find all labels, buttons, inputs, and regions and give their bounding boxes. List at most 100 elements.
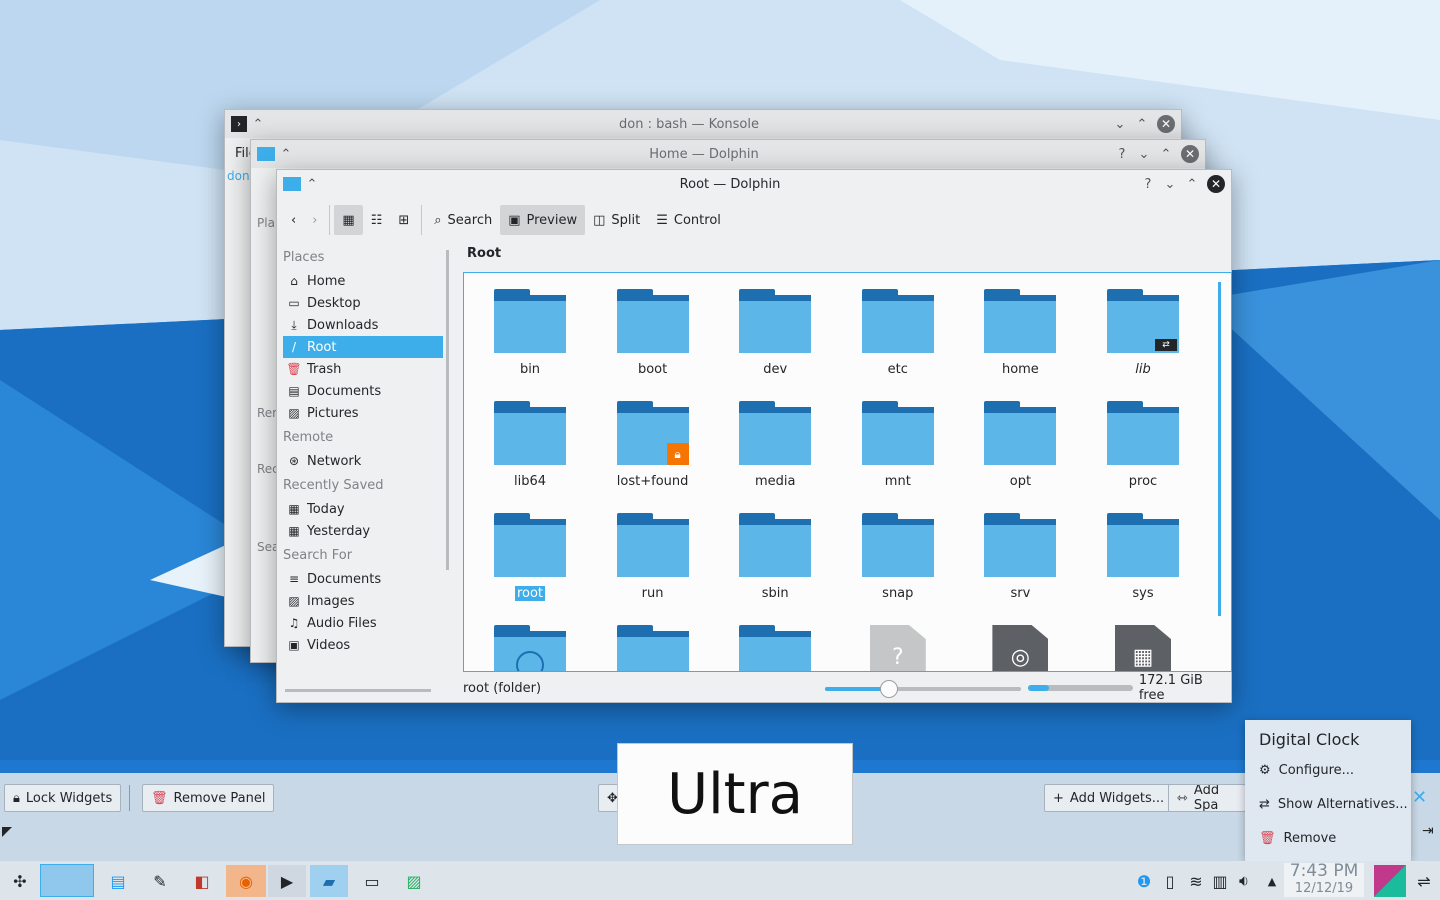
firefox-icon[interactable]: ◉ bbox=[226, 865, 266, 897]
close-panel-config-icon[interactable]: ✕ bbox=[1412, 787, 1427, 808]
free-space: 172.1 GiB free bbox=[1138, 673, 1203, 703]
notes-icon[interactable]: ✎ bbox=[144, 865, 176, 897]
file-item[interactable]: dev bbox=[715, 289, 835, 377]
keep-above-icon[interactable]: ⌃ bbox=[247, 113, 269, 135]
close-icon[interactable]: ✕ bbox=[1157, 115, 1175, 133]
place-item[interactable]: 🗑︎ Trash bbox=[283, 358, 443, 380]
file-item[interactable]: sbin bbox=[715, 513, 835, 601]
remove-panel-button[interactable]: 🗑︎ Remove Panel bbox=[142, 784, 275, 812]
image-viewer-icon[interactable]: ▨ bbox=[396, 865, 432, 897]
close-icon[interactable]: ✕ bbox=[1207, 175, 1225, 193]
file-item[interactable]: run bbox=[593, 513, 713, 601]
file-item[interactable] bbox=[593, 625, 713, 671]
lock-widgets-button[interactable]: 🔒︎ Lock Widgets bbox=[4, 784, 122, 812]
breadcrumb[interactable]: Root bbox=[467, 246, 501, 261]
view-scrollbar[interactable] bbox=[1218, 282, 1221, 616]
search-button[interactable]: ⌕ Search bbox=[426, 205, 500, 235]
split-button[interactable]: ◫ Split bbox=[585, 205, 648, 235]
file-item[interactable]: mnt bbox=[838, 401, 958, 489]
file-item[interactable]: 🔒︎ lost+found bbox=[593, 401, 713, 489]
file-item[interactable] bbox=[715, 625, 835, 671]
dolphin-root-window[interactable]: ⌃ Root — Dolphin ? ⌄ ⌃ ✕ ‹ › ▦ ☷ ⊞ ⌕ Sear… bbox=[276, 169, 1232, 703]
place-item[interactable]: ▨ Pictures bbox=[283, 402, 443, 424]
help-icon[interactable]: ? bbox=[1137, 173, 1159, 195]
digital-clock[interactable]: 7:43 PM 12/12/19 bbox=[1284, 863, 1364, 897]
file-item[interactable]: ▦ bbox=[1083, 625, 1203, 671]
minimize-icon[interactable]: ⌄ bbox=[1109, 113, 1131, 135]
zoom-slider[interactable] bbox=[824, 680, 1021, 698]
osd-popup: Ultra bbox=[617, 743, 853, 845]
file-item[interactable]: snap bbox=[838, 513, 958, 601]
place-item[interactable]: ⌂ Home bbox=[283, 270, 443, 292]
file-item[interactable] bbox=[470, 625, 590, 671]
menu-item-configure[interactable]: ⚙︎ Configure... bbox=[1245, 753, 1411, 787]
keep-above-icon[interactable]: ⌃ bbox=[275, 143, 297, 165]
panel-settings-icon[interactable]: ⇌ bbox=[1408, 865, 1440, 897]
add-spacer-button[interactable]: ⇿ Add Spa bbox=[1168, 784, 1246, 812]
file-item[interactable]: bin bbox=[470, 289, 590, 377]
menu-item-remove[interactable]: 🗑︎ Remove bbox=[1245, 821, 1411, 855]
file-item[interactable]: lib64 bbox=[470, 401, 590, 489]
forward-button[interactable]: › bbox=[304, 205, 325, 235]
compact-view-button[interactable]: ☷ bbox=[363, 205, 391, 235]
file-item[interactable]: ◎ bbox=[960, 625, 1080, 671]
file-item[interactable]: srv bbox=[960, 513, 1080, 601]
file-item[interactable]: ? bbox=[838, 625, 958, 671]
icons-view-button[interactable]: ▦ bbox=[334, 205, 363, 235]
panel-offset-handle[interactable] bbox=[2, 827, 12, 837]
maximize-icon[interactable]: ⌃ bbox=[1131, 113, 1153, 135]
file-item[interactable]: media bbox=[715, 401, 835, 489]
back-button[interactable]: ‹ bbox=[283, 205, 304, 235]
app-launcher-icon[interactable]: ✣ bbox=[4, 865, 36, 897]
file-item[interactable]: ⇄ lib bbox=[1083, 289, 1203, 377]
minimize-icon[interactable]: ⌄ bbox=[1159, 173, 1181, 195]
help-icon[interactable]: ? bbox=[1111, 143, 1133, 165]
file-item[interactable]: proc bbox=[1083, 401, 1203, 489]
show-desktop-icon[interactable] bbox=[1374, 865, 1406, 897]
place-item[interactable]: ⤓ Downloads bbox=[283, 314, 443, 336]
place-item[interactable]: ▣ Videos bbox=[283, 634, 443, 656]
panel-height-arrow-icon[interactable]: ⇥ bbox=[1422, 823, 1434, 839]
text-editor-icon[interactable]: ▤ bbox=[102, 865, 134, 897]
places-scrollbar[interactable] bbox=[446, 250, 449, 570]
place-item[interactable]: ▦ Today bbox=[283, 498, 443, 520]
terminal-task-icon[interactable]: ▭ bbox=[354, 865, 390, 897]
details-view-button[interactable]: ⊞ bbox=[390, 205, 417, 235]
preview-button[interactable]: ▣ Preview bbox=[500, 205, 586, 235]
remove-label: Remove bbox=[1283, 830, 1337, 846]
app-red-icon[interactable]: ◧ bbox=[186, 865, 218, 897]
text-icon: ≡ bbox=[288, 572, 300, 586]
place-item[interactable]: ▭ Desktop bbox=[283, 292, 443, 314]
dolphin-home-titlebar[interactable]: ⌃ Home — Dolphin ? ⌄ ⌃ ✕ bbox=[251, 140, 1205, 168]
place-item[interactable]: ⊛ Network bbox=[283, 450, 443, 472]
file-item[interactable]: opt bbox=[960, 401, 1080, 489]
file-item[interactable]: home bbox=[960, 289, 1080, 377]
menu-item-alternatives[interactable]: ⇄ Show Alternatives... bbox=[1245, 787, 1411, 821]
dolphin-root-titlebar[interactable]: ⌃ Root — Dolphin ? ⌄ ⌃ ✕ bbox=[277, 170, 1231, 198]
keep-above-icon[interactable]: ⌃ bbox=[301, 173, 323, 195]
place-item[interactable]: ▨ Images bbox=[283, 590, 443, 612]
file-item[interactable]: etc bbox=[838, 289, 958, 377]
place-item[interactable]: / Root bbox=[283, 336, 443, 358]
place-item[interactable]: ▦ Yesterday bbox=[283, 520, 443, 542]
control-button[interactable]: ☰ Control bbox=[648, 205, 729, 235]
maximize-icon[interactable]: ⌃ bbox=[1155, 143, 1177, 165]
file-item[interactable]: boot bbox=[593, 289, 713, 377]
places-hscrollbar[interactable] bbox=[285, 689, 431, 692]
add-widgets-button[interactable]: + Add Widgets... bbox=[1044, 784, 1174, 812]
file-item[interactable]: sys bbox=[1083, 513, 1203, 601]
place-item[interactable]: ≡ Documents bbox=[283, 568, 443, 590]
file-name: etc bbox=[887, 362, 908, 377]
maximize-icon[interactable]: ⌃ bbox=[1181, 173, 1203, 195]
place-item[interactable]: ▤ Documents bbox=[283, 380, 443, 402]
file-item[interactable]: root bbox=[470, 513, 590, 601]
close-icon[interactable]: ✕ bbox=[1181, 145, 1199, 163]
place-item[interactable]: ♫ Audio Files bbox=[283, 612, 443, 634]
konsole-titlebar[interactable]: › ⌃ don : bash — Konsole ⌄ ⌃ ✕ bbox=[225, 110, 1181, 138]
konsole-task-icon[interactable]: ▶ bbox=[268, 865, 306, 897]
file-view[interactable]: bin boot dev etc home ⇄ lib lib64 🔒︎ lost+found me… bbox=[463, 272, 1232, 672]
pager-desktop-1[interactable] bbox=[40, 864, 94, 897]
dolphin-task-icon[interactable]: ▰ bbox=[310, 865, 348, 897]
zoom-handle[interactable] bbox=[880, 680, 899, 698]
minimize-icon[interactable]: ⌄ bbox=[1133, 143, 1155, 165]
